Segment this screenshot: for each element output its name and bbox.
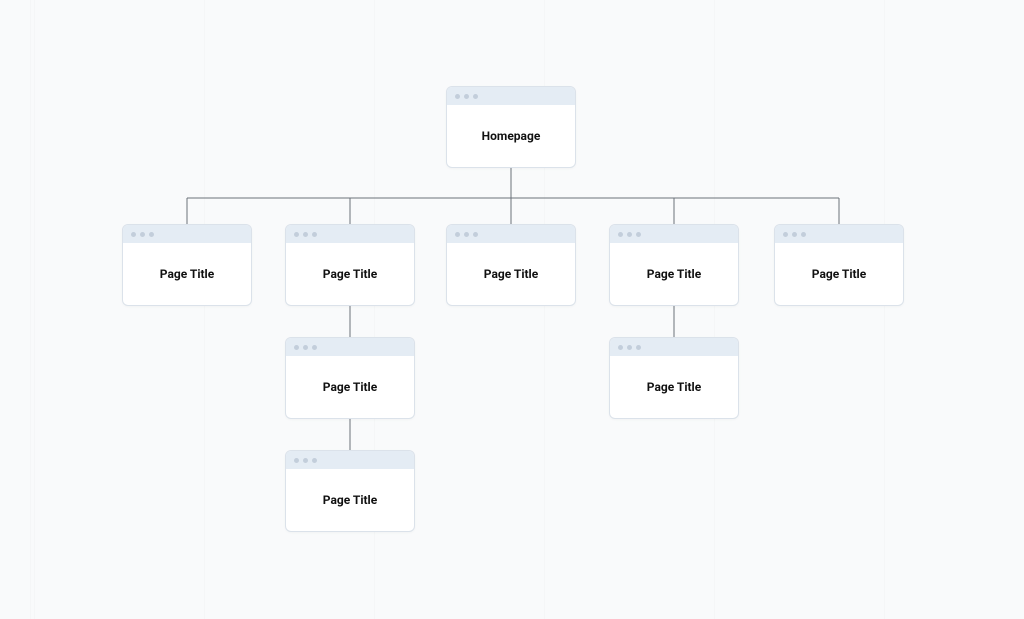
window-dot-icon: [464, 232, 469, 237]
node-title: Homepage: [482, 129, 541, 143]
sitemap-node-level1-0[interactable]: Page Title: [122, 224, 252, 306]
node-title: Page Title: [323, 380, 377, 394]
window-dot-icon: [131, 232, 136, 237]
node-title: Page Title: [160, 267, 214, 281]
window-dot-icon: [455, 232, 460, 237]
window-dot-icon: [618, 345, 623, 350]
node-header: [447, 87, 575, 105]
window-dot-icon: [312, 232, 317, 237]
node-header: [775, 225, 903, 243]
node-title: Page Title: [323, 267, 377, 281]
sitemap-node-level2-col1[interactable]: Page Title: [285, 337, 415, 419]
node-title: Page Title: [484, 267, 538, 281]
sitemap-node-level1-3[interactable]: Page Title: [609, 224, 739, 306]
node-header: [123, 225, 251, 243]
sitemap-node-level1-2[interactable]: Page Title: [446, 224, 576, 306]
window-dot-icon: [636, 345, 641, 350]
window-dot-icon: [312, 458, 317, 463]
window-dot-icon: [636, 232, 641, 237]
window-dot-icon: [149, 232, 154, 237]
node-body: Page Title: [610, 243, 738, 305]
node-body: Page Title: [286, 356, 414, 418]
node-title: Page Title: [647, 267, 701, 281]
node-body: Page Title: [610, 356, 738, 418]
node-body: Page Title: [286, 243, 414, 305]
window-dot-icon: [473, 232, 478, 237]
window-dot-icon: [792, 232, 797, 237]
node-title: Page Title: [812, 267, 866, 281]
node-header: [610, 225, 738, 243]
node-body: Page Title: [286, 469, 414, 531]
node-header: [286, 451, 414, 469]
window-dot-icon: [801, 232, 806, 237]
window-dot-icon: [294, 458, 299, 463]
window-dot-icon: [783, 232, 788, 237]
window-dot-icon: [303, 458, 308, 463]
sitemap-canvas: Homepage Page Title Page Title Page: [0, 0, 1024, 619]
sitemap-node-root[interactable]: Homepage: [446, 86, 576, 168]
node-header: [286, 225, 414, 243]
window-dot-icon: [294, 232, 299, 237]
sitemap-node-level3-col1[interactable]: Page Title: [285, 450, 415, 532]
window-dot-icon: [303, 232, 308, 237]
sitemap-node-level1-4[interactable]: Page Title: [774, 224, 904, 306]
node-body: Page Title: [123, 243, 251, 305]
window-dot-icon: [473, 94, 478, 99]
window-dot-icon: [303, 345, 308, 350]
node-title: Page Title: [323, 493, 377, 507]
sitemap-node-level1-1[interactable]: Page Title: [285, 224, 415, 306]
window-dot-icon: [294, 345, 299, 350]
window-dot-icon: [455, 94, 460, 99]
node-header: [286, 338, 414, 356]
sitemap-node-level2-col3[interactable]: Page Title: [609, 337, 739, 419]
window-dot-icon: [618, 232, 623, 237]
node-title: Page Title: [647, 380, 701, 394]
window-dot-icon: [627, 232, 632, 237]
node-body: Page Title: [775, 243, 903, 305]
window-dot-icon: [464, 94, 469, 99]
window-dot-icon: [140, 232, 145, 237]
window-dot-icon: [627, 345, 632, 350]
node-header: [610, 338, 738, 356]
window-dot-icon: [312, 345, 317, 350]
node-header: [447, 225, 575, 243]
node-body: Homepage: [447, 105, 575, 167]
node-body: Page Title: [447, 243, 575, 305]
